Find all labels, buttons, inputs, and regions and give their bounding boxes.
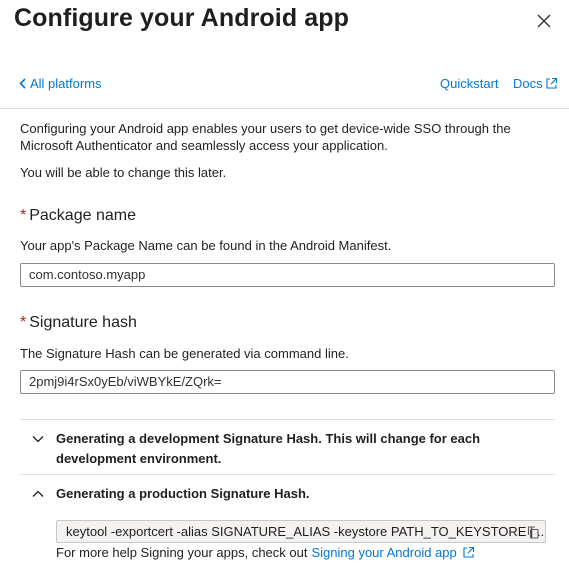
intro-text: Configuring your Android app enables you… [20, 121, 511, 153]
package-name-label: * Package name [20, 207, 136, 225]
docs-link-label[interactable]: Docs [513, 76, 543, 91]
close-button[interactable] [533, 10, 555, 32]
package-name-input[interactable]: com.contoso.myapp [20, 263, 555, 287]
accordion-production-label[interactable]: Generating a production Signature Hash. [56, 484, 556, 504]
signature-hash-help: The Signature Hash can be generated via … [20, 346, 349, 361]
chevron-left-icon [19, 78, 26, 89]
header-divider [0, 108, 569, 109]
keytool-command: keytool -exportcert -alias SIGNATURE_ALI… [66, 524, 546, 539]
package-name-label-text: Package name [29, 207, 136, 224]
panel-title: Configure your Android app [14, 4, 349, 32]
docs-link[interactable]: Docs [513, 76, 558, 91]
accordion-divider [20, 419, 555, 420]
chevron-up-icon[interactable] [32, 488, 44, 500]
accordion-production-hash[interactable]: Generating a production Signature Hash. [20, 484, 555, 504]
required-mark: * [20, 314, 27, 331]
signature-hash-label-text: Signature hash [29, 314, 137, 331]
external-link-icon [463, 546, 474, 558]
signature-hash-input[interactable]: 2pmj9i4rSx0yEb/viWBYkE/ZQrk= [20, 370, 555, 394]
accordion-divider [20, 474, 555, 475]
change-later-note: You will be able to change this later. [20, 165, 227, 180]
quickstart-link[interactable]: Quickstart [440, 76, 499, 91]
signing-android-app-link[interactable]: Signing your Android app [311, 544, 456, 561]
signing-help-prefix: For more help Signing your apps, check o… [56, 545, 308, 560]
package-name-help: Your app's Package Name can be found in … [20, 238, 392, 253]
top-links: All platforms Quickstart Docs [0, 76, 569, 94]
back-link[interactable]: All platforms [19, 76, 102, 91]
signature-hash-label: * Signature hash [20, 314, 137, 332]
back-link-label[interactable]: All platforms [30, 76, 102, 91]
copy-icon[interactable] [526, 525, 540, 539]
keytool-command-box[interactable]: keytool -exportcert -alias SIGNATURE_ALI… [56, 520, 546, 543]
external-link-icon [546, 77, 557, 89]
accordion-development-hash[interactable]: Generating a development Signature Hash.… [20, 429, 555, 469]
required-mark: * [20, 207, 27, 224]
signing-help-text: For more help Signing your apps, check o… [56, 544, 475, 561]
accordion-development-label[interactable]: Generating a development Signature Hash.… [56, 429, 556, 469]
chevron-down-icon[interactable] [32, 433, 44, 445]
close-icon[interactable] [537, 14, 551, 28]
